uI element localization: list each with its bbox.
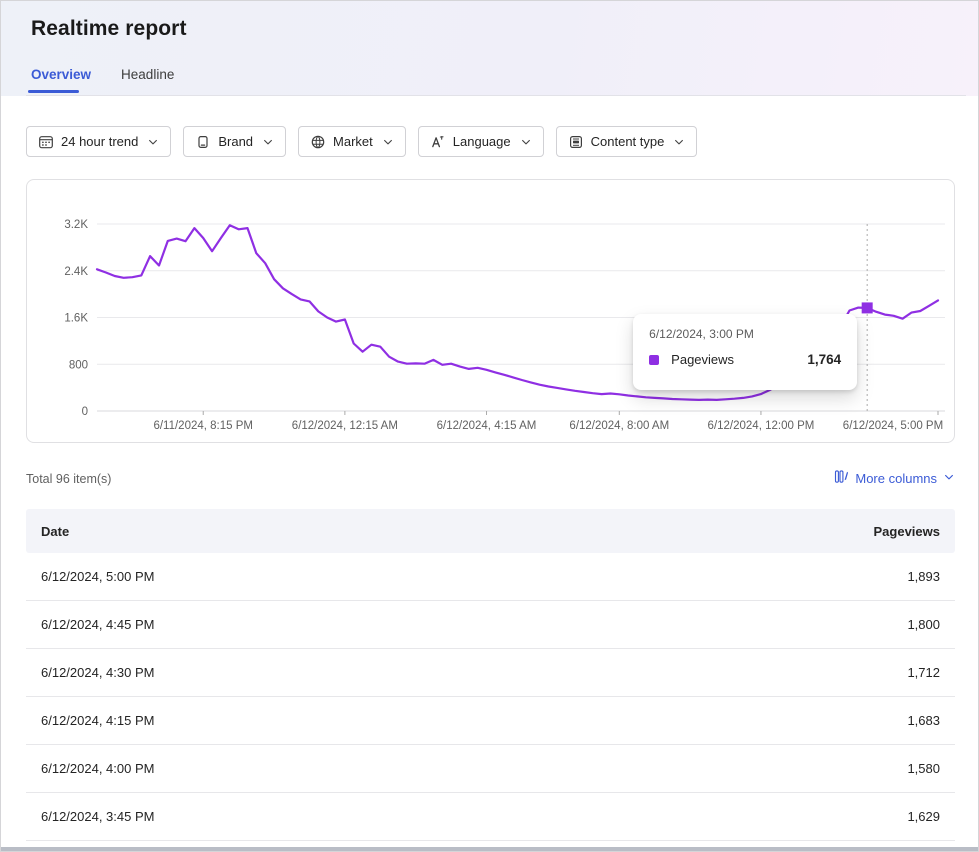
chevron-down-icon bbox=[673, 136, 685, 148]
filter-label: Market bbox=[333, 134, 373, 149]
chevron-down-icon bbox=[147, 136, 159, 148]
pageviews-swatch-icon bbox=[649, 355, 659, 365]
svg-text:6/12/2024, 4:15 AM: 6/12/2024, 4:15 AM bbox=[437, 420, 537, 432]
row-date: 6/12/2024, 4:45 PM bbox=[41, 617, 154, 632]
svg-text:1.6K: 1.6K bbox=[64, 313, 88, 325]
filter-language[interactable]: Language bbox=[418, 126, 544, 157]
globe-icon bbox=[310, 134, 326, 150]
row-pageviews: 1,800 bbox=[907, 617, 940, 632]
filter-brand[interactable]: Brand bbox=[183, 126, 286, 157]
svg-text:0: 0 bbox=[82, 406, 88, 418]
chevron-down-icon bbox=[943, 471, 955, 486]
table-body: 6/12/2024, 5:00 PM 1,893 6/12/2024, 4:45 P… bbox=[26, 553, 955, 841]
pageviews-chart[interactable]: 0 800 1.6K 2.4K 3.2K 6/11/2024, 8:15 PM 6/12/2… bbox=[27, 180, 954, 442]
row-date: 6/12/2024, 4:30 PM bbox=[41, 665, 154, 680]
table-row: 6/12/2024, 4:30 PM 1,712 bbox=[26, 649, 955, 697]
window-bottom-edge bbox=[1, 847, 978, 851]
svg-text:6/12/2024, 8:00 AM: 6/12/2024, 8:00 AM bbox=[569, 420, 669, 432]
filter-bar: 24 hour trend Brand Market bbox=[26, 126, 697, 157]
table-header-row: Date Pageviews bbox=[26, 509, 955, 553]
page-header: Realtime report Overview Headline bbox=[1, 1, 978, 96]
row-date: 6/12/2024, 5:00 PM bbox=[41, 569, 154, 584]
column-header-date: Date bbox=[41, 524, 69, 539]
table-row: 6/12/2024, 4:15 PM 1,683 bbox=[26, 697, 955, 745]
realtime-report-page: Realtime report Overview Headline 24 hou… bbox=[0, 0, 979, 852]
svg-text:2.4K: 2.4K bbox=[64, 266, 88, 278]
more-columns-label: More columns bbox=[855, 471, 937, 486]
svg-text:3.2K: 3.2K bbox=[64, 219, 88, 231]
row-pageviews: 1,712 bbox=[907, 665, 940, 680]
total-items-text: Total 96 item(s) bbox=[26, 472, 111, 486]
tab-headline[interactable]: Headline bbox=[121, 67, 174, 94]
svg-text:800: 800 bbox=[69, 359, 88, 371]
filter-market[interactable]: Market bbox=[298, 126, 406, 157]
table-row: 6/12/2024, 3:45 PM 1,629 bbox=[26, 793, 955, 841]
chevron-down-icon bbox=[262, 136, 274, 148]
row-pageviews: 1,580 bbox=[907, 761, 940, 776]
tooltip-series-label: Pageviews bbox=[671, 352, 734, 367]
pageviews-chart-card: 0 800 1.6K 2.4K 3.2K 6/11/2024, 8:15 PM 6/12/2… bbox=[26, 179, 955, 443]
page-title: Realtime report bbox=[31, 17, 187, 41]
filter-label: Language bbox=[453, 134, 511, 149]
table-toolbar: Total 96 item(s) More columns bbox=[26, 469, 955, 491]
more-columns-button[interactable]: More columns bbox=[834, 469, 955, 487]
header-divider bbox=[26, 95, 966, 96]
active-tab-underline bbox=[28, 90, 79, 93]
svg-text:6/12/2024, 12:00 PM: 6/12/2024, 12:00 PM bbox=[708, 420, 815, 432]
svg-text:6/12/2024, 5:00 PM: 6/12/2024, 5:00 PM bbox=[843, 420, 943, 432]
row-date: 6/12/2024, 3:45 PM bbox=[41, 809, 154, 824]
row-pageviews: 1,893 bbox=[907, 569, 940, 584]
tooltip-series-row: Pageviews 1,764 bbox=[649, 352, 841, 367]
table-row: 6/12/2024, 4:00 PM 1,580 bbox=[26, 745, 955, 793]
content-grid-icon bbox=[568, 134, 584, 150]
device-icon bbox=[195, 134, 211, 150]
chevron-down-icon bbox=[520, 136, 532, 148]
table-row: 6/12/2024, 5:00 PM 1,893 bbox=[26, 553, 955, 601]
tooltip-timestamp: 6/12/2024, 3:00 PM bbox=[649, 327, 841, 341]
column-header-pageviews: Pageviews bbox=[874, 524, 941, 539]
filter-label: Content type bbox=[591, 134, 665, 149]
translate-icon bbox=[430, 134, 446, 150]
filter-content-type[interactable]: Content type bbox=[556, 126, 698, 157]
filter-label: 24 hour trend bbox=[61, 134, 138, 149]
column-edit-icon bbox=[834, 469, 849, 487]
tooltip-value: 1,764 bbox=[807, 352, 841, 367]
filter-label: Brand bbox=[218, 134, 253, 149]
svg-text:6/11/2024, 8:15 PM: 6/11/2024, 8:15 PM bbox=[153, 420, 253, 432]
table-row: 6/12/2024, 4:45 PM 1,800 bbox=[26, 601, 955, 649]
row-pageviews: 1,629 bbox=[907, 809, 940, 824]
svg-text:6/12/2024, 12:15 AM: 6/12/2024, 12:15 AM bbox=[292, 420, 398, 432]
row-date: 6/12/2024, 4:00 PM bbox=[41, 761, 154, 776]
chart-tooltip: 6/12/2024, 3:00 PM Pageviews 1,764 bbox=[633, 314, 857, 390]
chevron-down-icon bbox=[382, 136, 394, 148]
calendar-clock-icon bbox=[38, 134, 54, 150]
filter-24-hour-trend[interactable]: 24 hour trend bbox=[26, 126, 171, 157]
row-pageviews: 1,683 bbox=[907, 713, 940, 728]
row-date: 6/12/2024, 4:15 PM bbox=[41, 713, 154, 728]
